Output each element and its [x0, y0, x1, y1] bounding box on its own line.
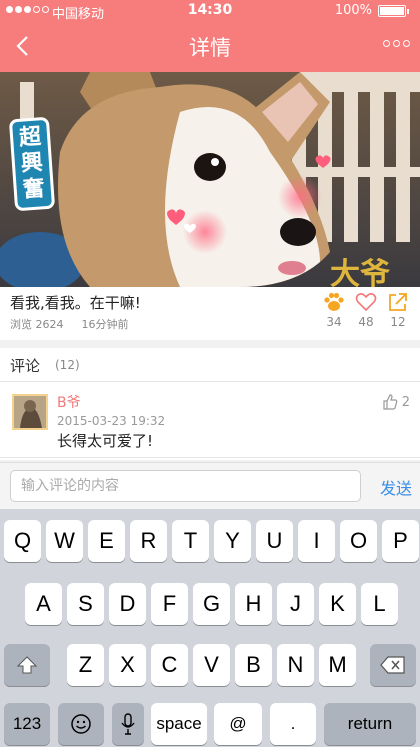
key-j[interactable]: J: [277, 583, 314, 625]
dictation-key[interactable]: [112, 703, 144, 745]
comment-like-button[interactable]: 2: [382, 394, 410, 410]
key-o[interactable]: O: [340, 520, 377, 562]
return-key[interactable]: return: [324, 703, 416, 745]
key-p[interactable]: P: [382, 520, 419, 562]
paw-icon: [324, 292, 344, 311]
key-e[interactable]: E: [88, 520, 125, 562]
comments-section: 评论 (12) B爷 2015-03-23 19:32 长得太可爱了! 2: [0, 348, 420, 460]
keyboard: Q W E R T Y U I O P A S D F G H J K L Z …: [0, 509, 420, 747]
key-a[interactable]: A: [25, 583, 62, 625]
key-y[interactable]: Y: [214, 520, 251, 562]
post-time: 16分钟前: [81, 318, 129, 331]
emoji-icon: [71, 714, 91, 734]
key-s[interactable]: S: [67, 583, 104, 625]
view-count: 浏览 2624: [10, 318, 64, 331]
key-g[interactable]: G: [193, 583, 230, 625]
comments-title: 评论: [10, 357, 41, 375]
post-photo[interactable]: 大爷 超興奮: [0, 72, 420, 287]
numbers-key[interactable]: 123: [4, 703, 50, 745]
at-key[interactable]: @: [214, 703, 262, 745]
comment-input[interactable]: [10, 470, 361, 502]
backspace-key[interactable]: [370, 644, 416, 686]
key-u[interactable]: U: [256, 520, 293, 562]
key-c[interactable]: C: [151, 644, 188, 686]
paw-count: 34: [326, 315, 342, 329]
share-count: 12: [390, 315, 406, 329]
comments-header: 评论 (12): [0, 348, 420, 382]
space-key[interactable]: space: [151, 703, 207, 745]
key-h[interactable]: H: [235, 583, 272, 625]
comment-input-bar: 发送: [0, 462, 420, 509]
key-i[interactable]: I: [298, 520, 335, 562]
key-z[interactable]: Z: [67, 644, 104, 686]
paw-button[interactable]: 34: [322, 291, 346, 329]
share-button[interactable]: 12: [386, 291, 410, 329]
heart-icon: [355, 293, 377, 312]
post-info: 看我,看我。在干嘛! 浏览 2624 16分钟前 34 48 12: [0, 287, 420, 340]
comment-text: 长得太可爱了!: [57, 432, 154, 450]
more-dots-icon[interactable]: [383, 40, 410, 47]
comment-item: B爷 2015-03-23 19:32 长得太可爱了! 2: [0, 384, 420, 458]
post-meta: 浏览 2624 16分钟前: [10, 316, 129, 332]
key-t[interactable]: T: [172, 520, 209, 562]
microphone-icon: [121, 713, 135, 735]
sticker-text: 超興奮: [8, 116, 56, 212]
svg-text:大爷: 大爷: [330, 257, 390, 287]
post-caption: 看我,看我。在干嘛!: [10, 294, 141, 312]
key-f[interactable]: F: [151, 583, 188, 625]
thumbs-up-icon: [383, 394, 397, 410]
dot-key[interactable]: .: [270, 703, 316, 745]
comment-username[interactable]: B爷: [57, 392, 81, 412]
post-actions: 34 48 12: [322, 291, 410, 329]
backspace-icon: [380, 656, 405, 674]
share-icon: [389, 293, 407, 311]
like-button[interactable]: 48: [354, 291, 378, 329]
key-n[interactable]: N: [277, 644, 314, 686]
page-title: 详情: [189, 36, 231, 60]
send-button[interactable]: 发送: [380, 475, 412, 499]
shift-arrow-icon: [16, 656, 38, 674]
battery-icon: [378, 5, 409, 17]
key-v[interactable]: V: [193, 644, 230, 686]
comments-count: (12): [55, 358, 80, 372]
battery-percent: 100%: [334, 3, 372, 18]
comment-like-count: 2: [401, 394, 410, 410]
key-d[interactable]: D: [109, 583, 146, 625]
emoji-key[interactable]: [58, 703, 104, 745]
avatar[interactable]: [12, 394, 48, 430]
key-l[interactable]: L: [361, 583, 398, 625]
comment-time: 2015-03-23 19:32: [57, 414, 166, 428]
key-q[interactable]: Q: [4, 520, 41, 562]
key-m[interactable]: M: [319, 644, 356, 686]
key-x[interactable]: X: [109, 644, 146, 686]
shift-key[interactable]: [4, 644, 50, 686]
nav-bar: 详情: [0, 22, 420, 72]
key-b[interactable]: B: [235, 644, 272, 686]
status-bar: 中国移动 14:30 100%: [0, 0, 420, 22]
corgi-photo: 大爷: [0, 72, 420, 287]
key-k[interactable]: K: [319, 583, 356, 625]
key-w[interactable]: W: [46, 520, 83, 562]
like-count: 48: [358, 315, 374, 329]
key-r[interactable]: R: [130, 520, 167, 562]
header: 中国移动 14:30 100% 详情: [0, 0, 420, 72]
